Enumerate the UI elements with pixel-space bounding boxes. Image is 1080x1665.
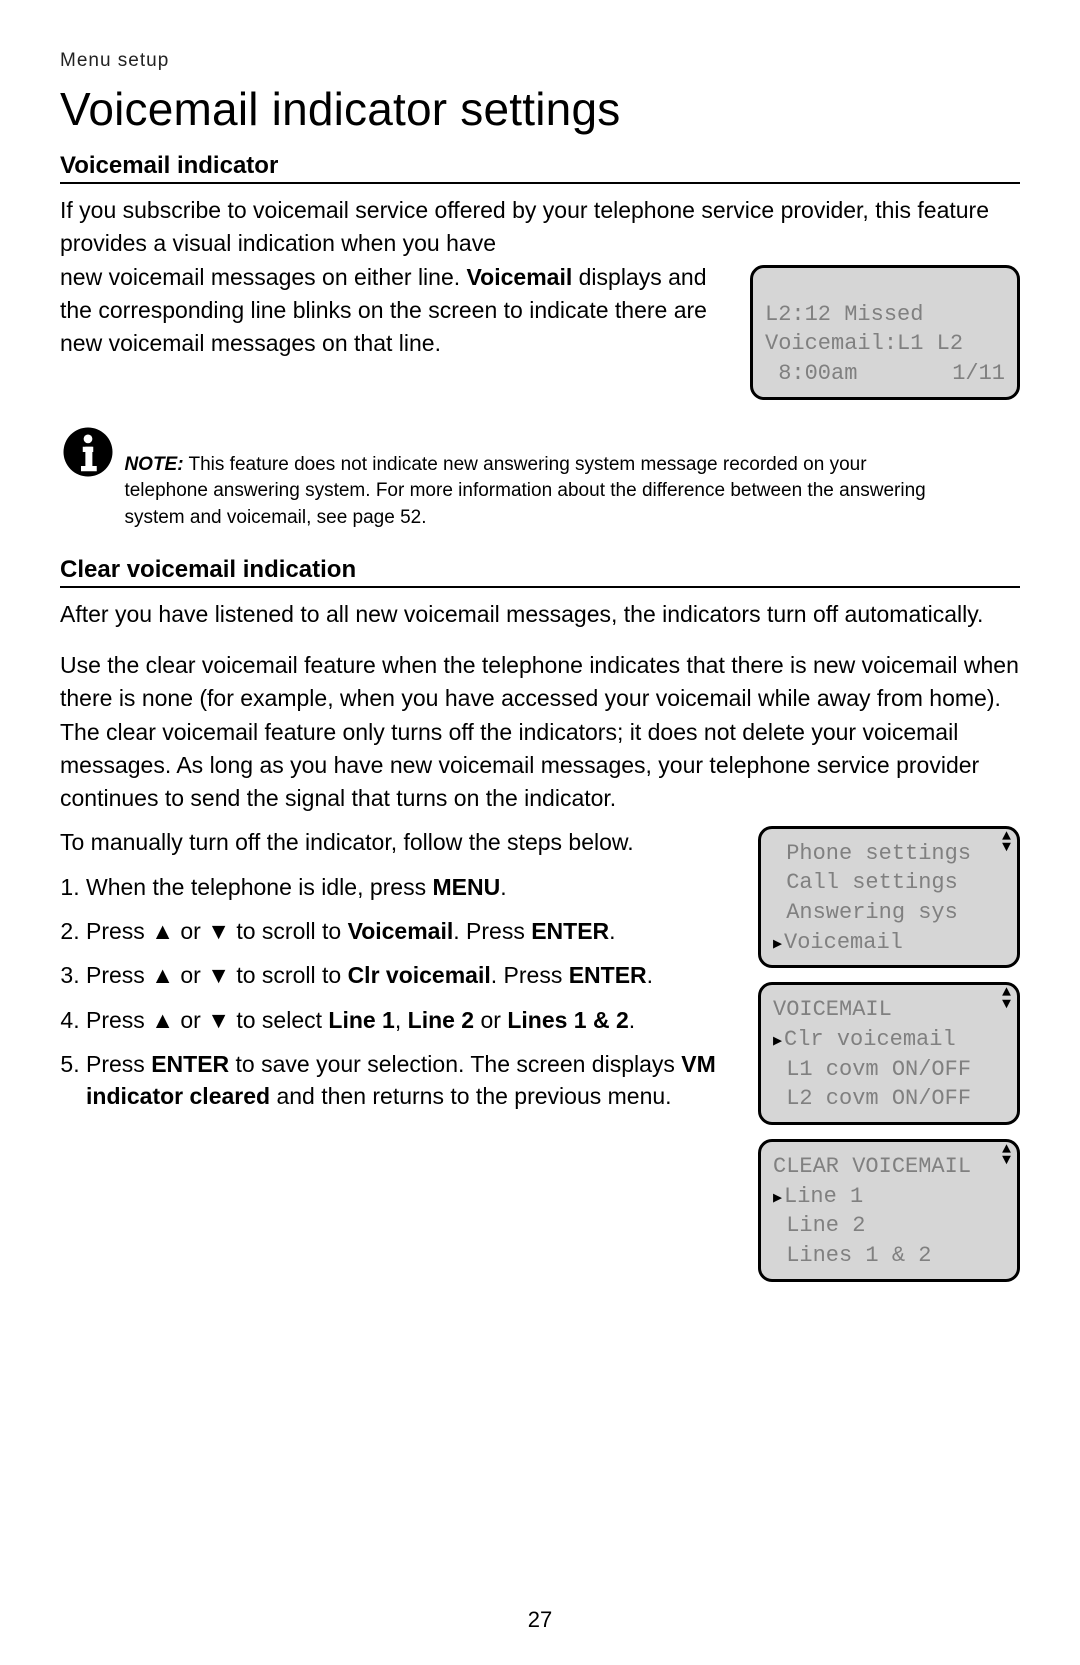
- lcd-clear-l1: CLEAR VOICEMAIL: [773, 1152, 1005, 1182]
- lcd-menu-l3: Answering sys: [773, 898, 1005, 928]
- clear-lead: To manually turn off the indicator, foll…: [60, 826, 744, 859]
- scroll-arrows-icon: ▲▼: [1002, 831, 1011, 854]
- section-heading-clear-voicemail: Clear voicemail indication: [60, 556, 1020, 588]
- note-text: NOTE: This feature does not indicate new…: [124, 424, 954, 532]
- lcd-clear-voicemail-menu: ▲▼ CLEAR VOICEMAIL Line 1 Line 2 Lines 1…: [758, 1139, 1020, 1282]
- lcd-idle-line2: Voicemail:L1 L2: [765, 329, 1005, 359]
- note-body: This feature does not indicate new answe…: [124, 454, 925, 528]
- breadcrumb: Menu setup: [60, 50, 1020, 72]
- lcd-menu-l2: Call settings: [773, 868, 1005, 898]
- lcd-vm-l4: L2 covm ON/OFF: [773, 1084, 1005, 1114]
- scroll-arrows-icon: ▲▼: [1002, 987, 1011, 1010]
- intro-paragraph: If you subscribe to voicemail service of…: [60, 194, 1020, 261]
- clear-p1: After you have listened to all new voice…: [60, 598, 1020, 631]
- step-3: Press ▲ or ▼ to scroll to Clr voicemail.…: [86, 959, 744, 991]
- intro-paragraph-continued: new voicemail messages on either line. V…: [60, 261, 750, 361]
- lcd-blank: [765, 278, 1005, 300]
- step-5: Press ENTER to save your selection. The …: [86, 1048, 744, 1112]
- lcd-idle-line1: L2:12 Missed: [765, 300, 1005, 330]
- arrow-down-icon: ▼: [207, 915, 230, 947]
- note-block: NOTE: This feature does not indicate new…: [60, 424, 1020, 532]
- info-icon: [60, 424, 120, 485]
- arrow-down-icon: ▼: [207, 1004, 230, 1036]
- step-2: Press ▲ or ▼ to scroll to Voicemail. Pre…: [86, 915, 744, 947]
- lcd-menu-l1: Phone settings: [773, 839, 1005, 869]
- section-heading-voicemail-indicator: Voicemail indicator: [60, 152, 1020, 184]
- steps-list: When the telephone is idle, press MENU. …: [60, 871, 744, 1112]
- step-4: Press ▲ or ▼ to select Line 1, Line 2 or…: [86, 1004, 744, 1036]
- intro-line1: If you subscribe to voicemail service of…: [60, 197, 989, 256]
- page-number: 27: [0, 1607, 1080, 1633]
- lcd-clear-l3: Line 2: [773, 1211, 1005, 1241]
- arrow-up-icon: ▲: [151, 959, 174, 991]
- arrow-down-icon: ▼: [207, 959, 230, 991]
- lcd-idle-screen: L2:12 Missed Voicemail:L1 L2 8:00am 1/11: [750, 265, 1020, 400]
- scroll-arrows-icon: ▲▼: [1002, 1144, 1011, 1167]
- lcd-main-menu: ▲▼ Phone settings Call settings Answerin…: [758, 826, 1020, 969]
- lcd-vm-l2-selected: Clr voicemail: [773, 1025, 1005, 1055]
- lcd-clear-l4: Lines 1 & 2: [773, 1241, 1005, 1271]
- lcd-clear-l2-selected: Line 1: [773, 1182, 1005, 1212]
- clear-p2: Use the clear voicemail feature when the…: [60, 649, 1020, 816]
- arrow-up-icon: ▲: [151, 1004, 174, 1036]
- lcd-idle-date: 1/11: [952, 359, 1005, 389]
- lcd-voicemail-menu: ▲▼ VOICEMAIL Clr voicemail L1 covm ON/OF…: [758, 982, 1020, 1125]
- lcd-vm-l3: L1 covm ON/OFF: [773, 1055, 1005, 1085]
- lcd-menu-l4-selected: Voicemail: [773, 928, 1005, 958]
- arrow-up-icon: ▲: [151, 915, 174, 947]
- step-1: When the telephone is idle, press MENU.: [86, 871, 744, 903]
- intro-tail1: new voicemail messages on either line.: [60, 264, 467, 290]
- lcd-vm-l1: VOICEMAIL: [773, 995, 1005, 1025]
- lcd-idle-line3: 8:00am 1/11: [765, 359, 1005, 389]
- lcd-idle-time: 8:00am: [765, 359, 857, 389]
- intro-bold-voicemail: Voicemail: [467, 264, 573, 290]
- page-title: Voicemail indicator settings: [60, 82, 1020, 136]
- note-label: NOTE:: [124, 454, 183, 475]
